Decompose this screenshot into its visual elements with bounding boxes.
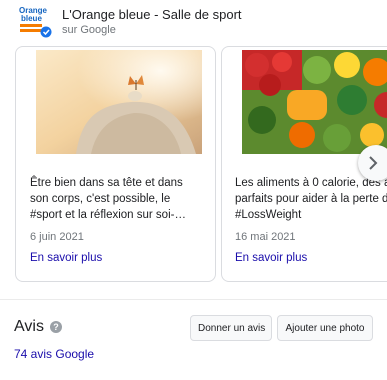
post-date: 16 mai 2021 [235,231,296,243]
reviews-title: Avis [14,318,44,335]
post-text: Les aliments à 0 calorie, des alliés par… [235,177,387,221]
business-source: sur Google [62,24,116,36]
post-date: 6 juin 2021 [30,231,84,243]
vegetables-photo [242,50,387,154]
add-photo-button[interactable]: Ajouter une photo [277,315,373,341]
brand-logo[interactable]: Orange bleue [16,4,54,38]
butterfly-photo [36,50,202,154]
carousel-next-button[interactable] [358,145,387,181]
post-text: Être bien dans sa tête et dans son corps… [30,177,186,221]
help-icon[interactable]: ? [50,321,62,333]
section-divider [0,299,387,300]
posts-carousel: Être bien dans sa tête et dans son corps… [0,46,387,296]
write-review-button[interactable]: Donner un avis [190,315,272,341]
reviews-count-link[interactable]: 74 avis Google [14,347,94,361]
learn-more-link[interactable]: En savoir plus [235,252,307,264]
post-card[interactable]: Être bien dans sa tête et dans son corps… [15,46,216,282]
business-name: L'Orange bleue - Salle de sport [62,7,242,22]
learn-more-link[interactable]: En savoir plus [30,252,102,264]
svg-text:bleue: bleue [21,14,42,23]
chevron-right-icon [369,156,378,170]
business-header: Orange bleue L'Orange bleue - Salle de s… [0,0,387,44]
